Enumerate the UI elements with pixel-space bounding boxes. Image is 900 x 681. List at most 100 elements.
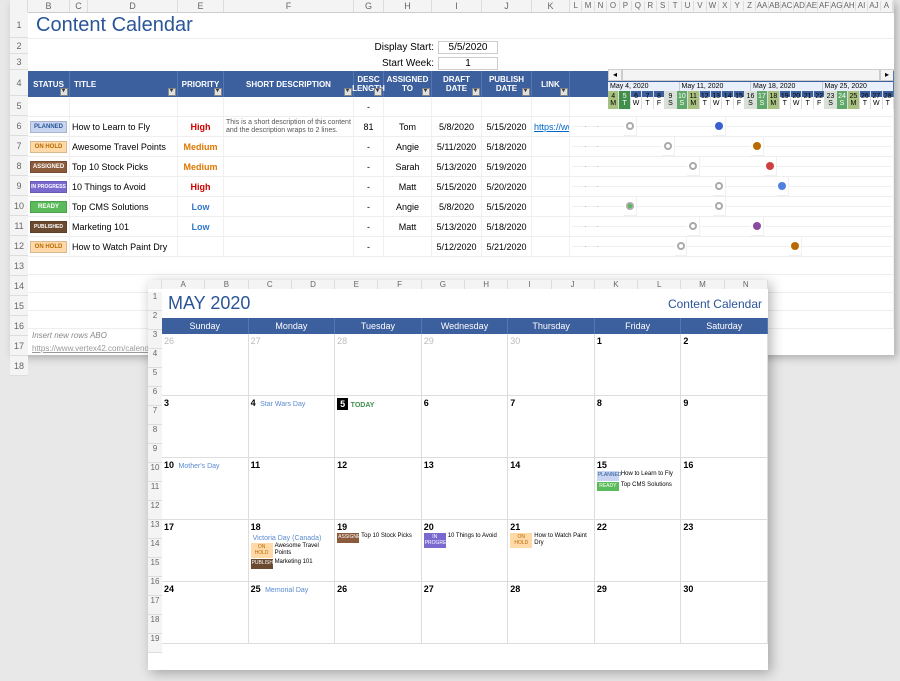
calendar-day-cell[interactable]: 6 [422,396,509,458]
publish-date-cell[interactable]: 5/15/2020 [482,197,532,216]
assigned-cell[interactable]: Sarah [384,157,432,176]
assigned-cell[interactable]: Angie [384,197,432,216]
calendar-day-cell[interactable]: 23 [681,520,768,582]
start-week-value[interactable]: 1 [438,57,498,70]
filter-arrow-icon[interactable] [374,88,382,96]
title-cell[interactable]: How to Learn to Fly [70,117,178,136]
calendar-day-cell[interactable]: 4 Star Wars Day [249,396,336,458]
table-row[interactable]: PUBLISHEDMarketing 101Low-Matt5/13/20205… [28,217,894,237]
calendar-day-cell[interactable]: 28 [508,582,595,644]
calendar-day-cell[interactable]: 30 [681,582,768,644]
calendar-event[interactable]: PUBLISHEDMarketing 101 [251,559,333,569]
priority-cell[interactable]: Low [178,197,224,216]
link-cell[interactable]: https://ww [534,122,570,132]
title-cell[interactable]: 10 Things to Avoid [70,177,178,196]
title-cell[interactable]: Awesome Travel Points [70,137,178,156]
filter-arrow-icon[interactable] [560,88,568,96]
calendar-day-cell[interactable]: 26 [335,582,422,644]
table-row[interactable]: ON HOLDHow to Watch Paint Dry-5/12/20205… [28,237,894,257]
draft-date-cell[interactable]: 5/8/2020 [432,117,482,136]
calendar-day-cell[interactable]: 7 [508,396,595,458]
priority-cell[interactable] [178,237,224,256]
calendar-event[interactable]: ON HOLDHow to Watch Paint Dry [510,533,592,548]
publish-date-cell[interactable]: 5/18/2020 [482,137,532,156]
filter-arrow-icon[interactable] [522,88,530,96]
calendar-day-cell[interactable]: 1 [595,334,682,396]
calendar-day-cell[interactable]: 24 [162,582,249,644]
draft-date-cell[interactable]: 5/13/2020 [432,157,482,176]
table-row[interactable]: READYTop CMS SolutionsLow-Angie5/8/20205… [28,197,894,217]
assigned-cell[interactable]: Angie [384,137,432,156]
calendar-day-cell[interactable]: 20IN PROGRESS10 Things to Avoid [422,520,509,582]
priority-cell[interactable]: Low [178,217,224,236]
assigned-cell[interactable]: Matt [384,217,432,236]
description-cell[interactable]: This is a short description of this cont… [226,119,351,134]
table-row[interactable]: ON HOLDAwesome Travel PointsMedium-Angie… [28,137,894,157]
calendar-day-cell[interactable]: 26 [162,334,249,396]
assigned-cell[interactable] [384,237,432,256]
calendar-event[interactable]: IN PROGRESS10 Things to Avoid [424,533,506,548]
assigned-cell[interactable]: Tom [384,117,432,136]
calendar-day-cell[interactable]: 22 [595,520,682,582]
table-header: STATUS TITLE PRIORITY SHORT DESCRIPTION … [28,71,894,97]
publish-date-cell[interactable]: 5/20/2020 [482,177,532,196]
calendar-day-cell[interactable]: 13 [422,458,509,520]
calendar-day-cell[interactable]: 3 [162,396,249,458]
calendar-day-cell[interactable]: 25 Memorial Day [249,582,336,644]
calendar-event[interactable]: READYTop CMS Solutions [597,482,679,492]
title-cell[interactable]: Marketing 101 [70,217,178,236]
calendar-day-cell[interactable]: 2 [681,334,768,396]
calendar-day-cell[interactable]: 30 [508,334,595,396]
publish-date-cell[interactable]: 5/19/2020 [482,157,532,176]
calendar-day-cell[interactable]: 21ON HOLDHow to Watch Paint Dry [508,520,595,582]
gantt-marker [766,162,774,170]
table-row[interactable]: PLANNEDHow to Learn to FlyHighThis is a … [28,117,894,137]
calendar-day-cell[interactable]: 14 [508,458,595,520]
filter-arrow-icon[interactable] [60,88,68,96]
publish-date-cell[interactable]: 5/15/2020 [482,117,532,136]
priority-cell[interactable]: Medium [178,137,224,156]
priority-cell[interactable]: High [178,117,224,136]
calendar-day-cell[interactable]: 12 [335,458,422,520]
assigned-cell[interactable]: Matt [384,177,432,196]
filter-arrow-icon[interactable] [472,88,480,96]
calendar-day-cell[interactable]: 17 [162,520,249,582]
calendar-day-cell[interactable]: 10 Mother's Day [162,458,249,520]
calendar-day-cell[interactable]: 19ASSIGNEDTop 10 Stock Picks [335,520,422,582]
draft-date-cell[interactable]: 5/15/2020 [432,177,482,196]
calendar-day-cell[interactable]: 15PLANNEDHow to Learn to FlyREADYTop CMS… [595,458,682,520]
filter-arrow-icon[interactable] [214,88,222,96]
calendar-event[interactable]: PLANNEDHow to Learn to Fly [597,471,679,481]
filter-arrow-icon[interactable] [422,88,430,96]
draft-date-cell[interactable]: 5/12/2020 [432,237,482,256]
title-cell[interactable]: Top 10 Stock Picks [70,157,178,176]
publish-date-cell[interactable]: 5/18/2020 [482,217,532,236]
draft-date-cell[interactable]: 5/8/2020 [432,197,482,216]
priority-cell[interactable]: High [178,177,224,196]
table-row[interactable]: IN PROGRESS10 Things to AvoidHigh-Matt5/… [28,177,894,197]
calendar-day-cell[interactable]: 18 Victoria Day (Canada)ON HOLDAwesome T… [249,520,336,582]
display-start-value[interactable]: 5/5/2020 [438,41,498,54]
calendar-day-cell[interactable]: 9 [681,396,768,458]
calendar-event[interactable]: ON HOLDAwesome Travel Points [251,543,333,558]
calendar-day-cell[interactable]: 27 [249,334,336,396]
table-row[interactable]: ASSIGNEDTop 10 Stock PicksMedium-Sarah5/… [28,157,894,177]
publish-date-cell[interactable]: 5/21/2020 [482,237,532,256]
calendar-event[interactable]: ASSIGNEDTop 10 Stock Picks [337,533,419,543]
title-cell[interactable]: How to Watch Paint Dry [70,237,178,256]
calendar-day-cell[interactable]: 27 [422,582,509,644]
calendar-day-cell[interactable]: 28 [335,334,422,396]
calendar-day-cell[interactable]: 29 [595,582,682,644]
draft-date-cell[interactable]: 5/11/2020 [432,137,482,156]
filter-arrow-icon[interactable] [344,88,352,96]
table-row-empty[interactable] [28,257,894,275]
calendar-day-cell[interactable]: 11 [249,458,336,520]
priority-cell[interactable]: Medium [178,157,224,176]
calendar-day-cell[interactable]: 16 [681,458,768,520]
draft-date-cell[interactable]: 5/13/2020 [432,217,482,236]
calendar-day-cell[interactable]: 5 TODAY [335,396,422,458]
calendar-day-cell[interactable]: 8 [595,396,682,458]
filter-arrow-icon[interactable] [168,88,176,96]
calendar-day-cell[interactable]: 29 [422,334,509,396]
title-cell[interactable]: Top CMS Solutions [70,197,178,216]
